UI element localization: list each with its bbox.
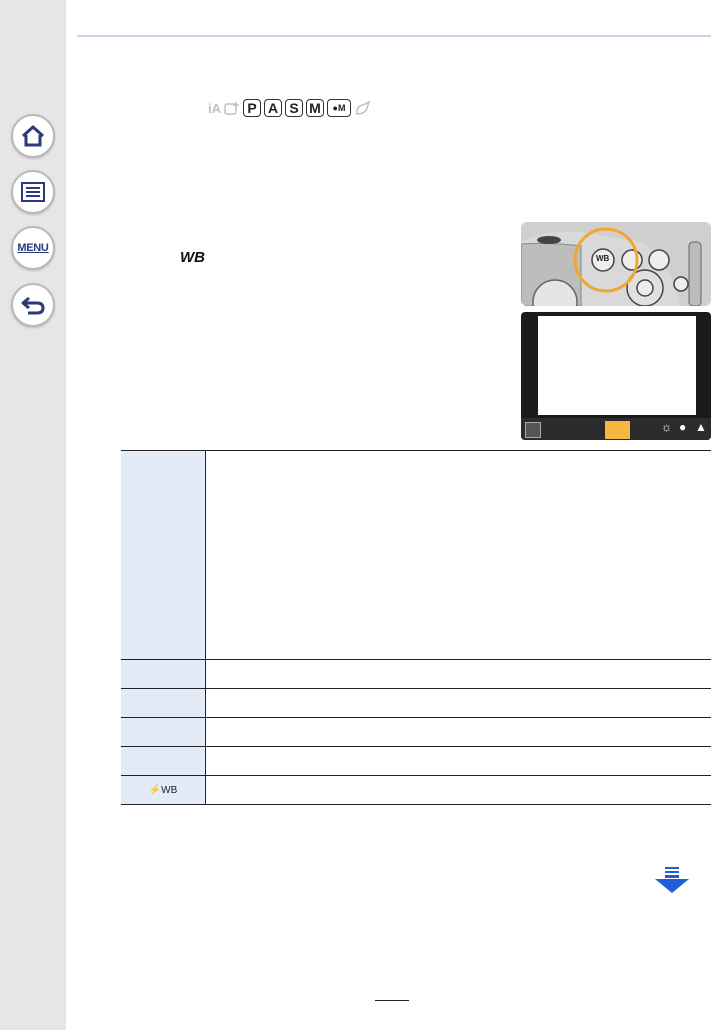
table-row bbox=[121, 717, 711, 747]
table-value-cell bbox=[205, 659, 711, 689]
contents-icon bbox=[21, 182, 45, 202]
back-icon bbox=[21, 296, 45, 315]
wb-bar-left-icon bbox=[525, 422, 541, 438]
shutter-priority-icon: S bbox=[285, 99, 303, 117]
sidebar: MENU bbox=[0, 0, 66, 1030]
intelligent-auto-mode-icon: iA bbox=[208, 100, 221, 116]
table-key-cell bbox=[121, 688, 206, 718]
contents-button[interactable] bbox=[11, 170, 55, 214]
back-button[interactable] bbox=[11, 283, 55, 327]
wb-button-label: WB bbox=[180, 249, 205, 266]
table-key-cell bbox=[121, 450, 206, 660]
program-mode-icon: P bbox=[243, 99, 261, 117]
shade-icon: ▲ bbox=[695, 420, 707, 434]
aperture-priority-icon: A bbox=[264, 99, 282, 117]
white-balance-table: ⚡WB bbox=[121, 450, 711, 805]
table-row bbox=[121, 659, 711, 689]
header-rule bbox=[77, 35, 711, 37]
lcd-live-view bbox=[538, 316, 696, 415]
table-value-cell bbox=[205, 775, 711, 805]
manual-mode-icon: M bbox=[306, 99, 324, 117]
table-row bbox=[121, 688, 711, 718]
page-number-underline bbox=[375, 1000, 409, 1001]
camera-lcd-illustration: ☼ ● ▲ bbox=[521, 312, 711, 440]
camera-wb-button-label: WB bbox=[596, 254, 610, 263]
table-key-cell bbox=[121, 746, 206, 776]
flash-wb-cell: ⚡WB bbox=[121, 775, 206, 805]
recording-mode-icons: iA P A S M ● M bbox=[208, 99, 372, 117]
table-row: ⚡WB bbox=[121, 775, 711, 805]
camera-body-illustration bbox=[521, 222, 711, 306]
creative-video-m-label: M bbox=[337, 103, 346, 113]
table-row bbox=[121, 450, 711, 660]
table-value-cell bbox=[205, 688, 711, 718]
table-key-cell bbox=[121, 659, 206, 689]
cloudy-icon: ● bbox=[679, 420, 687, 434]
table-key-cell bbox=[121, 717, 206, 747]
table-row bbox=[121, 746, 711, 776]
next-page-arrow-icon[interactable] bbox=[655, 867, 689, 893]
creative-control-icon bbox=[356, 100, 371, 115]
wb-selected-item bbox=[605, 421, 630, 439]
wb-selection-bar: ☼ ● ▲ bbox=[521, 418, 711, 440]
creative-video-mode-icon: ● M bbox=[327, 99, 351, 117]
daylight-icon: ☼ bbox=[661, 420, 672, 434]
home-button[interactable] bbox=[11, 114, 55, 158]
table-value-cell bbox=[205, 450, 711, 660]
home-icon bbox=[21, 125, 45, 147]
intelligent-auto-plus-icon bbox=[224, 102, 239, 115]
table-value-cell bbox=[205, 717, 711, 747]
table-value-cell bbox=[205, 746, 711, 776]
menu-label: MENU bbox=[17, 242, 49, 254]
camera-top-illustration: WB bbox=[521, 222, 711, 306]
menu-button[interactable]: MENU bbox=[11, 226, 55, 270]
